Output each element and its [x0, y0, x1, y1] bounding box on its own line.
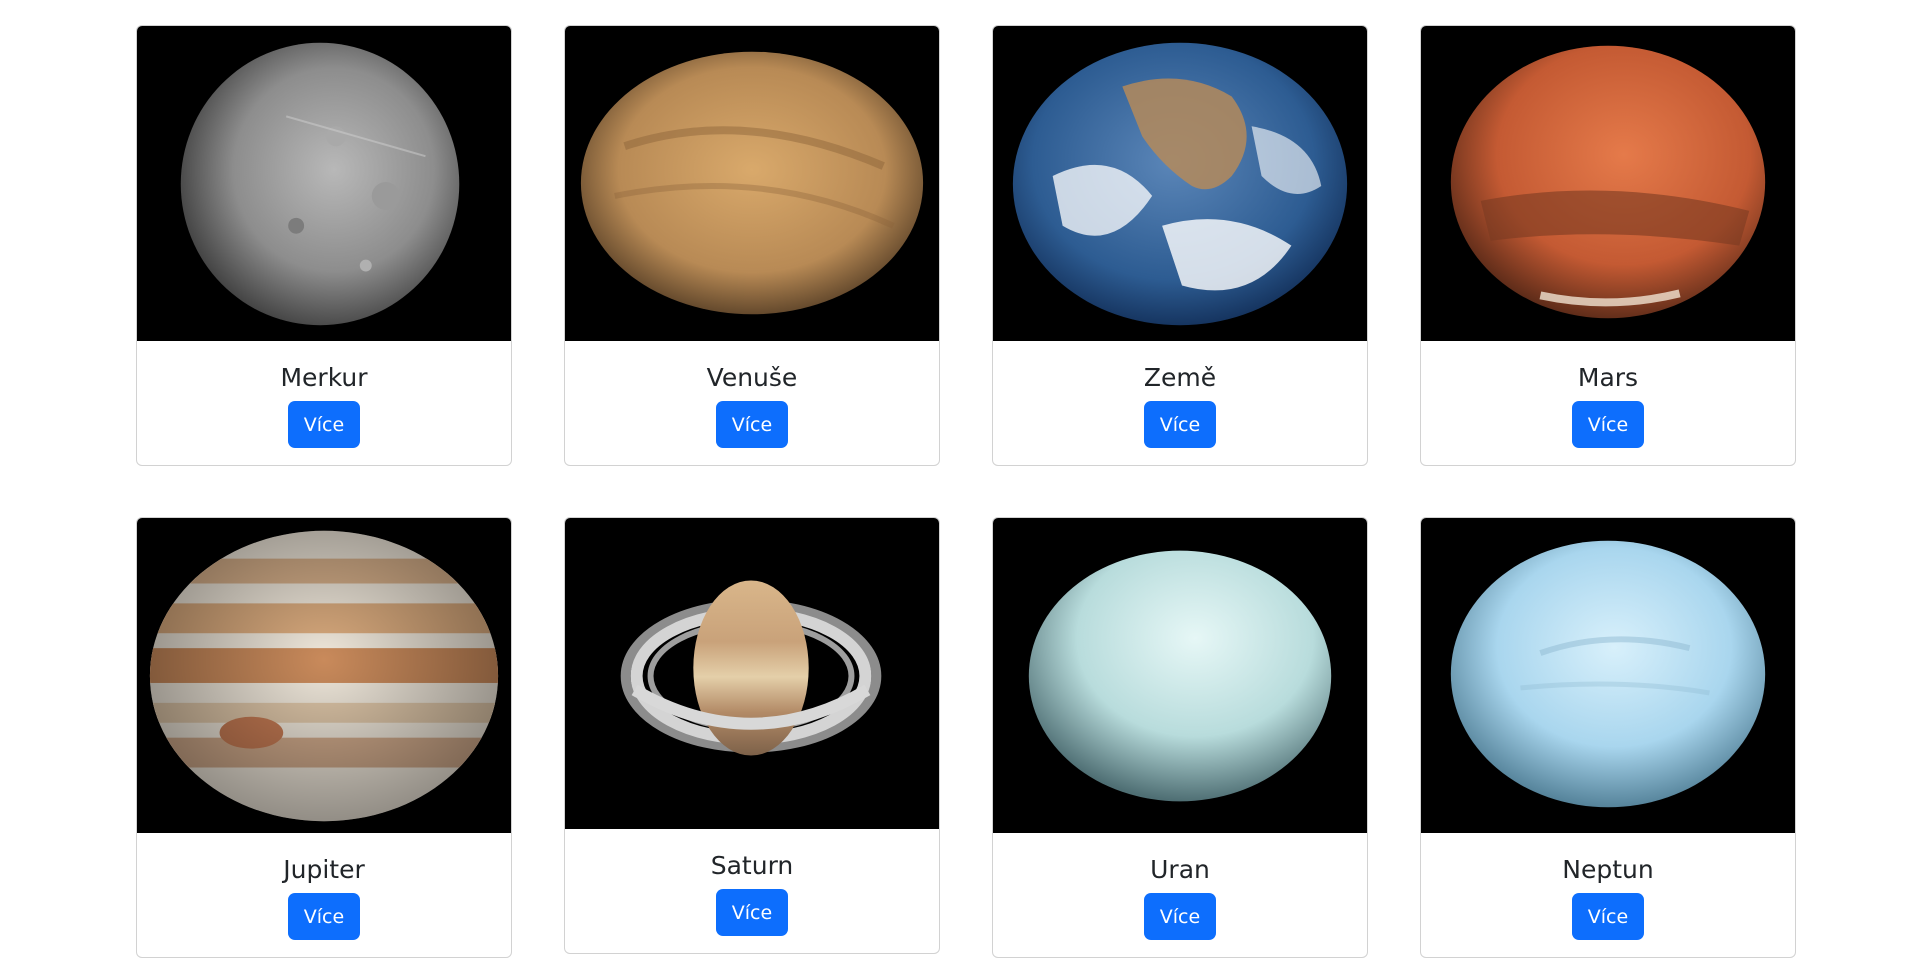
planet-name: Venuše	[706, 363, 798, 392]
planet-card-mars: Mars Více	[1420, 25, 1796, 466]
planet-name: Neptun	[1562, 855, 1654, 884]
planet-name: Země	[1143, 363, 1217, 392]
planet-name: Merkur	[280, 363, 368, 392]
more-button-uran[interactable]: Více	[1143, 893, 1217, 940]
jupiter-image	[137, 518, 511, 833]
planet-name: Saturn	[710, 851, 794, 880]
planet-card-neptun: Neptun Více	[1420, 517, 1796, 958]
more-button-neptun[interactable]: Více	[1571, 893, 1645, 940]
more-button-venuse[interactable]: Více	[715, 401, 789, 448]
planet-name: Mars	[1577, 363, 1639, 392]
venus-image	[565, 26, 939, 341]
planet-card-merkur: Merkur Více	[136, 25, 512, 466]
planet-card-uran: Uran Více	[992, 517, 1368, 958]
planet-name: Uran	[1150, 855, 1210, 884]
planet-card-jupiter: Jupiter Více	[136, 517, 512, 958]
planet-card-zeme: Země Více	[992, 25, 1368, 466]
saturn-image	[565, 518, 939, 829]
more-button-merkur[interactable]: Více	[287, 401, 361, 448]
uranus-image	[993, 518, 1367, 833]
more-button-jupiter[interactable]: Více	[287, 893, 361, 940]
planet-name: Jupiter	[283, 855, 365, 884]
mercury-image	[137, 26, 511, 341]
more-button-zeme[interactable]: Více	[1143, 401, 1217, 448]
planet-card-saturn: Saturn Více	[564, 517, 940, 954]
neptune-image	[1421, 518, 1795, 833]
earth-image	[993, 26, 1367, 341]
more-button-saturn[interactable]: Více	[715, 889, 789, 936]
planet-card-grid: Merkur Více Venuše Více Země Více Mars V…	[0, 0, 1920, 975]
mars-image	[1421, 26, 1795, 341]
planet-card-venuse: Venuše Více	[564, 25, 940, 466]
more-button-mars[interactable]: Více	[1571, 401, 1645, 448]
